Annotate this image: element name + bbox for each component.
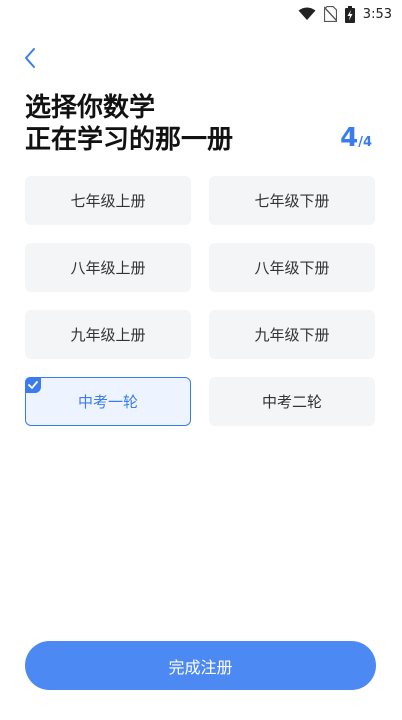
option-label: 八年级下册	[254, 259, 330, 277]
option-grade7-vol1[interactable]: 七年级上册	[25, 176, 191, 225]
option-grade8-vol2[interactable]: 八年级下册	[209, 243, 375, 292]
option-label: 九年级上册	[70, 326, 146, 344]
complete-registration-button[interactable]: 完成注册	[25, 641, 376, 690]
option-grade8-vol1[interactable]: 八年级上册	[25, 243, 191, 292]
status-time: 3:53	[362, 6, 392, 22]
option-label: 中考一轮	[77, 393, 138, 411]
option-grade7-vol2[interactable]: 七年级下册	[209, 176, 375, 225]
option-zhongkao-round1[interactable]: 中考一轮	[25, 377, 191, 426]
option-label: 七年级下册	[254, 192, 330, 210]
no-sim-icon	[323, 6, 337, 22]
option-label: 八年级上册	[70, 259, 146, 277]
step-current: 4	[340, 123, 359, 153]
option-label: 七年级上册	[70, 192, 146, 210]
title-line-1: 选择你数学	[25, 93, 156, 123]
check-icon	[25, 377, 41, 393]
step-indicator: 4/4	[340, 123, 372, 153]
wifi-icon	[298, 7, 316, 21]
back-button[interactable]	[18, 46, 42, 70]
step-total: /4	[358, 135, 372, 150]
option-grade9-vol1[interactable]: 九年级上册	[25, 310, 191, 359]
option-label: 中考二轮	[261, 393, 322, 411]
option-zhongkao-round2[interactable]: 中考二轮	[209, 377, 375, 426]
submit-label: 完成注册	[168, 657, 233, 677]
status-bar: 3:53	[0, 0, 402, 28]
page-title: 选择你数学 正在学习的那一册	[25, 92, 233, 156]
title-line-2: 正在学习的那一册	[25, 125, 234, 155]
option-label: 九年级下册	[254, 326, 330, 344]
option-grade9-vol2[interactable]: 九年级下册	[209, 310, 375, 359]
grade-options-grid: 七年级上册 七年级下册 八年级上册 八年级下册 九年级上册 九年级下册 中考一轮…	[25, 176, 375, 426]
battery-charging-icon	[344, 5, 355, 23]
chevron-left-icon	[25, 48, 35, 68]
